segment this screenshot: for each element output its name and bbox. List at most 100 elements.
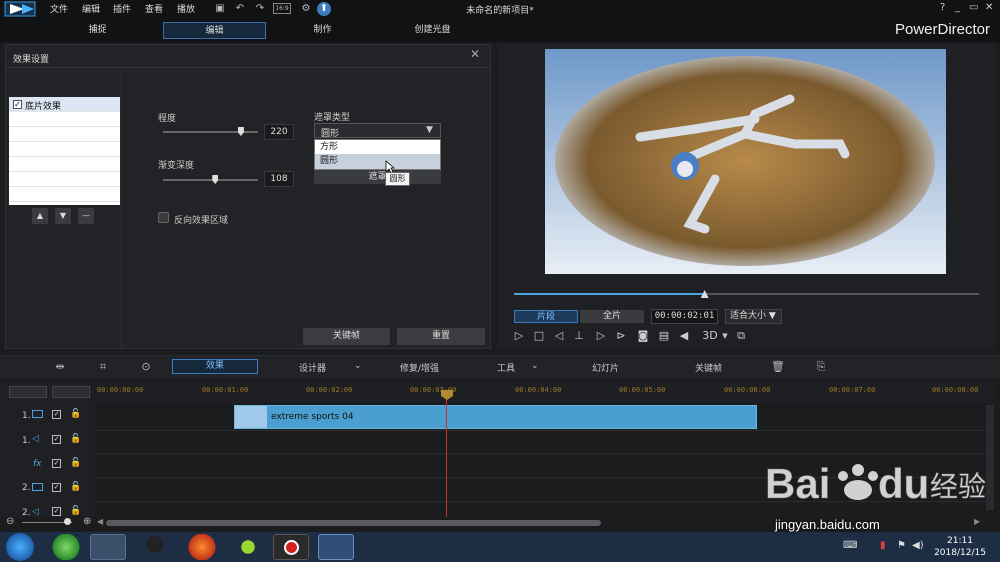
tab-edit[interactable]: 编辑 (163, 22, 266, 39)
movie-mode-button[interactable]: 全片 (580, 310, 644, 323)
mask-option-square[interactable]: 方形 (315, 140, 440, 154)
app-360-icon[interactable] (48, 534, 84, 560)
file-explorer-icon[interactable] (90, 534, 126, 560)
tab-capture[interactable]: 捕捉 (60, 22, 135, 39)
track-enable-checkbox[interactable]: ✓ (52, 435, 61, 444)
chevron-down-icon[interactable]: ⌄ (354, 361, 362, 371)
tools-button[interactable]: 工具 (497, 361, 515, 374)
mask-button[interactable]: 遮罩 (314, 170, 441, 184)
minimize-button[interactable]: _ (955, 2, 960, 13)
crop-icon[interactable]: ⌗ (95, 359, 111, 375)
chevron-circle-icon[interactable]: ⊙ (138, 359, 154, 375)
effect-enable-checkbox[interactable]: ✓ (13, 100, 22, 109)
tab-create-disc[interactable]: 创建光盘 (390, 22, 475, 39)
video-track-icon (32, 483, 43, 491)
undock-icon[interactable]: ⧉ (734, 329, 748, 343)
brand-title: PowerDirector (894, 21, 990, 38)
effects-button[interactable]: 效果 (172, 359, 258, 374)
lock-icon[interactable]: 🔓 (70, 409, 81, 419)
track-enable-checkbox[interactable]: ✓ (52, 483, 61, 492)
app-icon[interactable] (230, 534, 266, 560)
designer-button[interactable]: 设计器 (299, 361, 326, 374)
svg-text:Bai: Bai (765, 460, 830, 507)
tray-volume-icon[interactable]: ◀) (912, 540, 924, 551)
track-enable-checkbox[interactable]: ✓ (52, 410, 61, 419)
lock-icon[interactable]: 🔓 (70, 506, 81, 516)
slideshow-button[interactable]: 幻灯片 (592, 361, 619, 374)
tooltip: 圆形 (385, 172, 410, 186)
qq-icon[interactable] (137, 534, 173, 560)
fx-track-label: fx (33, 459, 42, 469)
lock-icon[interactable]: 🔓 (70, 458, 81, 468)
mask-option-circle[interactable]: 圆形 (315, 154, 440, 169)
clip-mode-button[interactable]: 片段 (514, 310, 578, 323)
effect-list-item[interactable]: ✓ 底片效果 (9, 97, 120, 112)
chevron-down-icon[interactable]: ▼ (718, 329, 732, 343)
move-down-button[interactable]: ▼ (55, 208, 71, 224)
chevron-down-icon[interactable]: ▼ (426, 125, 433, 135)
reset-button[interactable]: 重置 (397, 328, 485, 345)
lock-icon[interactable]: 🔓 (70, 482, 81, 492)
svg-text:经验: 经验 (930, 470, 986, 503)
preview-video-frame[interactable] (545, 49, 946, 274)
next-frame-icon[interactable]: ▷ (594, 329, 608, 343)
zoom-out-icon[interactable]: ⊖ (6, 516, 14, 527)
tray-keyboard-icon[interactable]: ⌨ (843, 540, 857, 551)
powerdirector-taskbar-icon[interactable] (318, 534, 354, 560)
volume-icon[interactable]: ◀ (677, 329, 691, 343)
horizontal-scrollbar[interactable] (106, 520, 601, 526)
watermark-url: jingyan.baidu.com (775, 517, 880, 532)
list-item (9, 127, 120, 142)
gradient-depth-slider[interactable] (163, 179, 258, 181)
ruler-tick: 00:00:02:00 (306, 386, 353, 394)
recorder-icon[interactable] (273, 534, 309, 560)
lock-icon[interactable]: 🔓 (70, 434, 81, 444)
reverse-area-checkbox[interactable] (158, 212, 169, 223)
timecode-display[interactable]: 00:00:02:01 (651, 309, 718, 324)
play-icon[interactable]: ▷ (512, 329, 526, 343)
restore-button[interactable]: ▭ (969, 2, 978, 13)
help-button[interactable]: ? (940, 2, 945, 13)
firefox-icon[interactable] (184, 534, 220, 560)
previous-frame-icon[interactable]: ◁ (552, 329, 566, 343)
split-icon[interactable]: ⊥ (572, 329, 586, 343)
repair-enhance-button[interactable]: 修复/增强 (400, 361, 439, 374)
tab-produce[interactable]: 制作 (285, 22, 360, 39)
stop-icon[interactable]: □ (532, 329, 546, 343)
track-enable-checkbox[interactable]: ✓ (52, 507, 61, 516)
move-up-button[interactable]: ▲ (32, 208, 48, 224)
keyframe-button[interactable]: 关键帧 (303, 328, 390, 345)
fit-timeline-button[interactable] (52, 386, 90, 398)
ruler-tick: 00:00:00:00 (97, 386, 144, 394)
tray-flag-icon[interactable]: ⚑ (897, 540, 906, 551)
chevron-down-icon[interactable]: ⌄ (531, 361, 539, 371)
track-label: 1. (22, 436, 31, 446)
zoom-slider-thumb[interactable] (64, 518, 71, 525)
zoom-in-icon[interactable]: ⊕ (83, 516, 91, 527)
snapshot-icon[interactable]: ◙ (636, 329, 650, 343)
scroll-left-icon[interactable]: ◀ (97, 517, 103, 526)
taskbar-date[interactable]: 2018/12/15 (930, 548, 990, 558)
fast-forward-icon[interactable]: ⊳ (614, 329, 628, 343)
ruler-tick: 00:00:04:00 (515, 386, 562, 394)
close-button[interactable]: ✕ (985, 2, 993, 13)
more-options-icon[interactable]: ⎘ (813, 359, 829, 375)
remove-effect-button[interactable]: — (78, 208, 94, 224)
tray-network-icon[interactable]: ▮ (880, 540, 886, 551)
playhead-line (446, 392, 447, 517)
audio-track-icon: ◁ (32, 434, 39, 444)
start-button[interactable] (6, 533, 34, 561)
fit-size-select[interactable]: 适合大小 ▼ (725, 309, 782, 324)
split-tool-icon[interactable]: ⇹ (52, 359, 68, 375)
gradient-depth-value[interactable]: 108 (264, 171, 294, 187)
list-item (9, 172, 120, 187)
close-icon[interactable]: ✕ (470, 47, 480, 61)
subtitle-icon[interactable]: ▤ (657, 329, 671, 343)
track-manager-button[interactable] (9, 386, 47, 398)
keyframe-toolbar-button[interactable]: 关键帧 (695, 361, 722, 374)
degree-value[interactable]: 220 (264, 124, 294, 140)
ruler-tick: 00:00:05:00 (619, 386, 666, 394)
trash-icon[interactable]: 🗑 (770, 359, 786, 375)
list-item (9, 157, 120, 172)
track-enable-checkbox[interactable]: ✓ (52, 459, 61, 468)
